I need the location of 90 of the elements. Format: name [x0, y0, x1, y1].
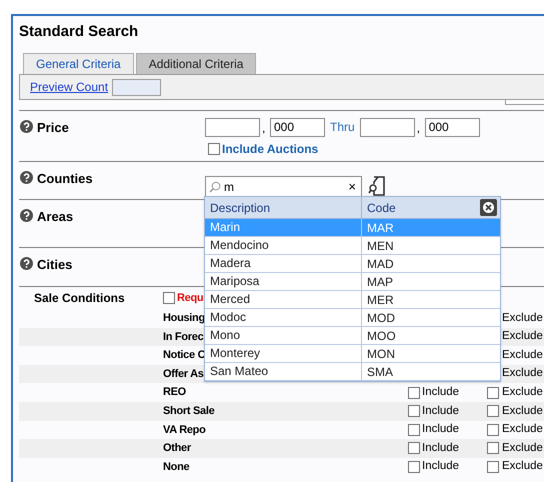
search-icon — [209, 180, 221, 192]
description-cell: Merced — [205, 291, 362, 308]
code-cell-text: MON — [366, 346, 395, 362]
include-label: Include — [422, 404, 460, 419]
comma: , — [262, 120, 266, 137]
condition-label: Housing — [163, 311, 205, 326]
close-icon[interactable] — [480, 199, 497, 216]
include-label: Include — [422, 440, 460, 456]
help-icon[interactable] — [20, 209, 33, 222]
description-cell: Madera — [205, 255, 362, 272]
condition-label: In Forec — [163, 330, 204, 345]
condition-label: REO — [163, 385, 186, 400]
description-cell: Marin — [205, 219, 362, 236]
thru-label: Thru — [329, 119, 356, 136]
code-cell-text: MOD — [366, 310, 395, 326]
code-cell-text: SMA — [366, 364, 394, 380]
code-cell-text: MAP — [366, 274, 394, 290]
description-cell: San Mateo — [205, 363, 362, 380]
exclude-label: Exclude — [502, 422, 543, 438]
price-field[interactable]: 000 — [270, 118, 325, 137]
dropdown-row[interactable]: Mono MOO — [205, 327, 500, 345]
code-cell-text: MEN — [366, 238, 394, 254]
checkbox[interactable] — [487, 442, 499, 454]
condition-label: VA Repo — [163, 422, 206, 438]
checkbox[interactable] — [163, 292, 175, 304]
exclude-label: Exclude — [502, 310, 543, 326]
checkbox[interactable] — [408, 442, 420, 454]
field-label: Price — [37, 120, 69, 135]
include-label: Include — [422, 422, 460, 438]
price-field[interactable]: 000 — [424, 118, 480, 137]
code-cell-text: MAD — [366, 256, 394, 272]
search-field[interactable]: m × — [205, 176, 362, 196]
exclude-label: Exclude — [502, 404, 543, 419]
dropdown-row[interactable]: Mendocino MEN — [205, 237, 500, 255]
sale-conditions-label: Sale Conditions — [33, 290, 126, 307]
checkbox[interactable] — [408, 405, 420, 418]
dropdown-row[interactable]: Modoc MOD — [205, 309, 500, 327]
description-cell: Mariposa — [205, 273, 362, 290]
price-field[interactable] — [360, 118, 415, 137]
document-search-icon[interactable] — [368, 176, 386, 196]
field-label: Counties — [37, 171, 93, 186]
exclude-label: Exclude — [502, 348, 543, 363]
code-cell-text: MAR — [366, 220, 394, 236]
tab[interactable]: General Criteria — [23, 53, 134, 74]
exclude-label: Exclude — [502, 459, 543, 474]
field-label: Cities — [37, 257, 72, 272]
checkbox[interactable] — [487, 405, 499, 418]
checkbox[interactable] — [408, 386, 420, 399]
description-cell: Mendocino — [205, 237, 362, 254]
help-icon[interactable] — [20, 257, 33, 270]
required-label: Requ — [176, 290, 204, 306]
condition-label: Other — [163, 441, 191, 456]
count-field — [112, 78, 162, 96]
dropdown-row[interactable]: Madera MAD — [205, 255, 500, 273]
condition-label: Offer As — [163, 366, 204, 382]
dropdown-row[interactable]: Monterey MON — [205, 345, 500, 363]
description-cell: Monterey — [205, 345, 362, 362]
condition-label: Short Sale — [163, 404, 214, 420]
help-icon[interactable] — [20, 171, 33, 184]
field-label: Areas — [37, 209, 74, 224]
exclude-label: Exclude — [502, 329, 543, 344]
checkbox[interactable] — [408, 424, 420, 436]
exclude-label: Exclude — [502, 385, 543, 400]
comma: , — [416, 120, 422, 137]
exclude-label: Exclude — [502, 440, 543, 456]
checkbox[interactable] — [208, 143, 220, 155]
tab[interactable]: Additional Criteria — [136, 53, 256, 74]
preview-count-link[interactable]: Preview Count — [30, 78, 108, 96]
description-cell: Mono — [205, 327, 362, 344]
condition-label: None — [163, 460, 190, 475]
price-field[interactable] — [205, 118, 260, 137]
checkbox[interactable] — [487, 386, 499, 399]
page-title: Standard Search — [19, 23, 138, 40]
dropdown-row[interactable]: San Mateo SMA — [205, 363, 500, 381]
column-header: Code — [366, 200, 397, 216]
include-label: Include — [422, 459, 460, 474]
exclude-label: Exclude — [502, 366, 543, 382]
checkbox[interactable] — [487, 461, 499, 474]
help-icon[interactable] — [20, 120, 33, 133]
search-value: m — [224, 178, 235, 196]
dropdown-row[interactable]: Merced MER — [205, 291, 500, 309]
checkbox[interactable] — [408, 461, 420, 474]
include-auctions-label: Include Auctions — [222, 141, 318, 158]
clear-button[interactable]: × — [346, 176, 358, 196]
dropdown-row[interactable]: Mariposa MAP — [205, 273, 500, 291]
code-cell-text: MOO — [366, 328, 396, 344]
checkbox[interactable] — [487, 424, 499, 436]
code-cell-text: MER — [366, 292, 394, 308]
include-label: Include — [422, 385, 460, 400]
description-cell: Modoc — [205, 309, 362, 326]
